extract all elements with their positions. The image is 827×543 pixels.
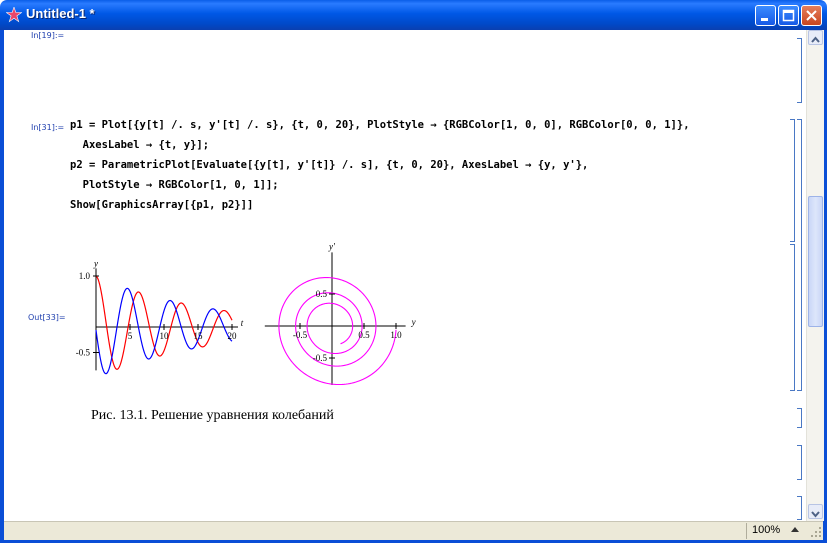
scroll-down-button[interactable] bbox=[808, 504, 823, 519]
cell-bracket-empty-1[interactable] bbox=[797, 445, 802, 480]
zoom-menu-icon[interactable] bbox=[791, 527, 799, 532]
arrow-up-icon bbox=[811, 36, 820, 43]
plot1-xtick-label: 15 bbox=[194, 331, 204, 341]
plot2-xtick-label: -0.5 bbox=[293, 330, 308, 340]
scroll-thumb[interactable] bbox=[808, 196, 823, 327]
plot1-series-y bbox=[95, 275, 233, 370]
plot1-ylabel: y bbox=[93, 258, 98, 268]
plot2-ytick-label: 0.5 bbox=[316, 289, 328, 299]
plot2-ylabel: y' bbox=[328, 241, 336, 251]
code-line-2[interactable]: AxesLabel → {t, y}]; bbox=[70, 139, 209, 151]
title-bar[interactable]: Untitled-1 * bbox=[0, 0, 827, 30]
graphics-array-output[interactable]: 5 10 15 20 1.0 -0.5 t y -0.5 0.5 1.0 0.5 -0.5 y y' bbox=[54, 235, 474, 385]
in31-label: In[31]:= bbox=[31, 123, 65, 132]
in19-label: In[19]:= bbox=[31, 31, 65, 40]
plot1-xlabel: t bbox=[241, 318, 244, 328]
maximize-icon bbox=[782, 9, 795, 22]
cell-bracket-caption[interactable] bbox=[797, 408, 802, 428]
vertical-scrollbar[interactable] bbox=[806, 30, 824, 521]
cell-group-bracket[interactable] bbox=[797, 119, 802, 391]
status-bar: 100% bbox=[4, 521, 823, 540]
code-line-1[interactable]: p1 = Plot[{y[t] /. s, y'[t] /. s}, {t, 0… bbox=[70, 119, 690, 131]
minimize-icon bbox=[761, 18, 768, 21]
arrow-down-icon bbox=[811, 511, 820, 518]
plot1-xtick-label: 5 bbox=[128, 331, 133, 341]
plot1-ytick-label: -0.5 bbox=[76, 348, 91, 358]
cell-bracket-in19[interactable] bbox=[797, 38, 802, 103]
plot1-ytick-label: 1.0 bbox=[79, 271, 91, 281]
status-separator bbox=[746, 523, 747, 539]
plot2-xtick-label: 0.5 bbox=[358, 330, 370, 340]
cell-bracket-empty-2[interactable] bbox=[797, 496, 802, 520]
plot2-xlabel: y bbox=[411, 317, 416, 327]
maximize-button[interactable] bbox=[778, 5, 799, 26]
close-button[interactable] bbox=[801, 5, 822, 26]
close-icon bbox=[806, 10, 817, 21]
code-line-5[interactable]: Show[GraphicsArray[{p1, p2}]] bbox=[70, 199, 253, 211]
code-line-4[interactable]: PlotStyle → RGBColor[1, 0, 1]]; bbox=[70, 179, 279, 191]
plot2-xtick-label: 1.0 bbox=[390, 330, 402, 340]
code-line-3[interactable]: p2 = ParametricPlot[Evaluate[{y[t], y'[t… bbox=[70, 159, 588, 171]
window-title: Untitled-1 * bbox=[26, 6, 95, 21]
figure-caption: Рис. 13.1. Решение уравнения колебаний bbox=[91, 408, 334, 423]
zoom-level[interactable]: 100% bbox=[752, 524, 780, 536]
cell-bracket-in31[interactable] bbox=[790, 119, 795, 242]
plot1-xtick-label: 10 bbox=[160, 331, 170, 341]
plot2-ytick-label: -0.5 bbox=[313, 353, 328, 363]
mathematica-star-icon[interactable] bbox=[5, 6, 23, 23]
cell-bracket-out33[interactable] bbox=[790, 244, 795, 391]
minimize-button[interactable] bbox=[755, 5, 776, 26]
resize-grip-icon[interactable] bbox=[810, 526, 822, 538]
plot1-xtick-label: 20 bbox=[228, 331, 238, 341]
scroll-up-button[interactable] bbox=[808, 30, 823, 45]
notebook-area[interactable]: In[19]:= In[31]:= p1 = Plot[{y[t] /. s, … bbox=[4, 30, 806, 521]
